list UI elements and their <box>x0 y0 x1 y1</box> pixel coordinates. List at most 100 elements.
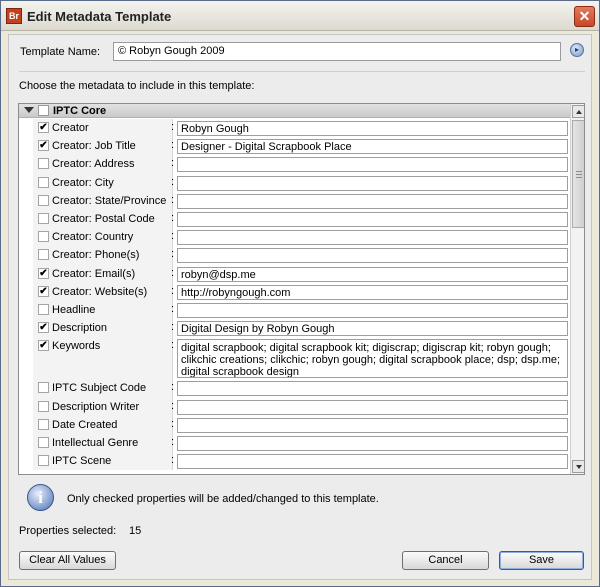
row-value-field[interactable] <box>177 157 568 173</box>
row-value-field[interactable] <box>177 175 568 191</box>
row-label: Headline <box>52 304 96 316</box>
row-checkbox[interactable]: ✔ <box>38 140 49 152</box>
row-checkbox[interactable] <box>38 158 49 170</box>
row-checkbox[interactable]: ✔ <box>38 285 49 297</box>
row-colon: : <box>171 284 175 297</box>
disclosure-triangle-icon[interactable] <box>24 107 34 113</box>
group-label: IPTC Core <box>53 105 107 117</box>
metadata-row: ✔ Creator: Website(s): http://robyngough.c… <box>19 282 570 301</box>
row-value-field[interactable]: http://robyngough.com <box>177 284 568 300</box>
row-colon: : <box>171 230 175 243</box>
row-checkbox[interactable]: ✔ <box>38 340 49 352</box>
row-label: Creator: Address <box>52 158 135 171</box>
metadata-row: IPTC Scene: <box>19 452 570 471</box>
row-checkbox[interactable] <box>38 213 49 224</box>
row-checkbox[interactable] <box>38 249 49 261</box>
row-label: Creator: Job Title <box>52 140 136 153</box>
row-checkbox[interactable] <box>38 455 49 467</box>
row-checkbox[interactable] <box>38 304 49 315</box>
divider <box>19 71 585 72</box>
row-value-field[interactable]: Digital Design by Robyn Gough <box>177 321 568 337</box>
instruction-text: Choose the metadata to include in this t… <box>19 80 255 92</box>
title-bar: Br Edit Metadata Template ✕ <box>1 1 599 31</box>
dialog-content: Template Name: © Robyn Gough 2009 ▸ Choo… <box>8 34 592 580</box>
row-value-field[interactable] <box>177 454 568 470</box>
row-value-field[interactable]: digital scrapbook; digital scrapbook kit… <box>177 339 568 379</box>
edit-metadata-template-dialog: Br Edit Metadata Template ✕ Template Nam… <box>0 0 600 587</box>
row-checkbox[interactable] <box>38 176 49 188</box>
row-colon: : <box>171 303 175 315</box>
metadata-row: ✔ Creator: Job Title: Designer - Digital S… <box>19 137 570 156</box>
row-checkbox[interactable]: ✔ <box>38 322 49 334</box>
row-label: IPTC Subject Code <box>52 382 147 395</box>
row-colon: : <box>171 121 175 133</box>
row-checkbox[interactable] <box>38 418 49 430</box>
scroll-thumb[interactable] <box>572 120 584 228</box>
vertical-scrollbar[interactable] <box>570 104 584 474</box>
row-checkbox[interactable] <box>38 400 49 412</box>
row-checkbox[interactable] <box>38 437 49 448</box>
row-colon: : <box>171 454 175 467</box>
row-checkbox[interactable] <box>38 231 49 243</box>
grip-line <box>576 177 582 178</box>
close-button[interactable]: ✕ <box>574 6 595 27</box>
row-value-field[interactable]: Robyn Gough <box>177 121 568 136</box>
row-value-field[interactable]: robyn@dsp.me <box>177 266 568 282</box>
bridge-app-icon: Br <box>6 8 22 24</box>
row-colon: : <box>171 339 175 352</box>
row-label: Description Writer <box>52 400 140 413</box>
group-checkbox[interactable] <box>38 105 49 116</box>
row-value-field[interactable] <box>177 436 568 451</box>
row-colon: : <box>171 248 175 261</box>
cancel-button[interactable]: Cancel <box>402 551 489 570</box>
row-value-field[interactable] <box>177 248 568 264</box>
arrow-down-icon <box>576 465 582 469</box>
metadata-list: IPTC Core ✔ Creator: Robyn Gough ✔ Creator: … <box>18 103 585 475</box>
row-value-field[interactable] <box>177 417 568 433</box>
scroll-up-button[interactable] <box>572 105 584 118</box>
metadata-row: Creator: Address: <box>19 155 570 174</box>
row-colon: : <box>171 212 175 224</box>
info-icon: i <box>27 484 54 511</box>
metadata-row: Creator: Phone(s): <box>19 246 570 265</box>
metadata-row: Date Created: <box>19 415 570 434</box>
scroll-down-button[interactable] <box>572 460 584 473</box>
row-value-field[interactable] <box>177 212 568 227</box>
row-checkbox[interactable] <box>38 382 49 394</box>
row-checkbox[interactable] <box>38 194 49 206</box>
save-button[interactable]: Save <box>499 551 584 570</box>
properties-selected-count: 15 <box>129 525 142 537</box>
metadata-row: Headline: <box>19 301 570 320</box>
row-checkbox[interactable]: ✔ <box>38 122 49 133</box>
row-value-field[interactable] <box>177 381 568 397</box>
row-value-field[interactable] <box>177 193 568 209</box>
metadata-row: Creator: State/Province: <box>19 191 570 210</box>
row-value-field[interactable] <box>177 399 568 415</box>
row-label: Creator: Phone(s) <box>52 249 140 262</box>
row-value-field[interactable] <box>177 230 568 246</box>
row-colon: : <box>171 157 175 170</box>
row-label: Creator: Country <box>52 231 134 244</box>
template-name-input[interactable]: © Robyn Gough 2009 <box>113 42 561 61</box>
metadata-row: ✔ Keywords: digital scrapbook; digital scr… <box>19 337 570 380</box>
row-label: Creator: Website(s) <box>52 285 148 298</box>
row-colon: : <box>171 193 175 206</box>
row-label: Description <box>52 322 108 335</box>
row-label: IPTC Scene <box>52 455 112 468</box>
grip-line <box>576 174 582 175</box>
properties-selected-label: Properties selected: <box>19 525 117 537</box>
window-title: Edit Metadata Template <box>27 9 172 24</box>
metadata-row: Creator: Postal Code: <box>19 210 570 229</box>
row-value-field[interactable]: Designer - Digital Scrapbook Place <box>177 139 568 155</box>
grip-line <box>576 171 582 172</box>
clear-all-values-button[interactable]: Clear All Values <box>19 551 116 570</box>
template-menu-button[interactable]: ▸ <box>570 43 584 57</box>
row-label: Creator: City <box>52 176 114 189</box>
row-checkbox[interactable]: ✔ <box>38 267 49 279</box>
metadata-row: Creator: City: <box>19 173 570 192</box>
metadata-row: Description Writer: <box>19 397 570 416</box>
row-label: Creator: Email(s) <box>52 267 136 280</box>
row-value-field[interactable] <box>177 303 568 318</box>
row-colon: : <box>171 175 175 188</box>
group-header-iptc-core[interactable]: IPTC Core <box>19 104 570 118</box>
